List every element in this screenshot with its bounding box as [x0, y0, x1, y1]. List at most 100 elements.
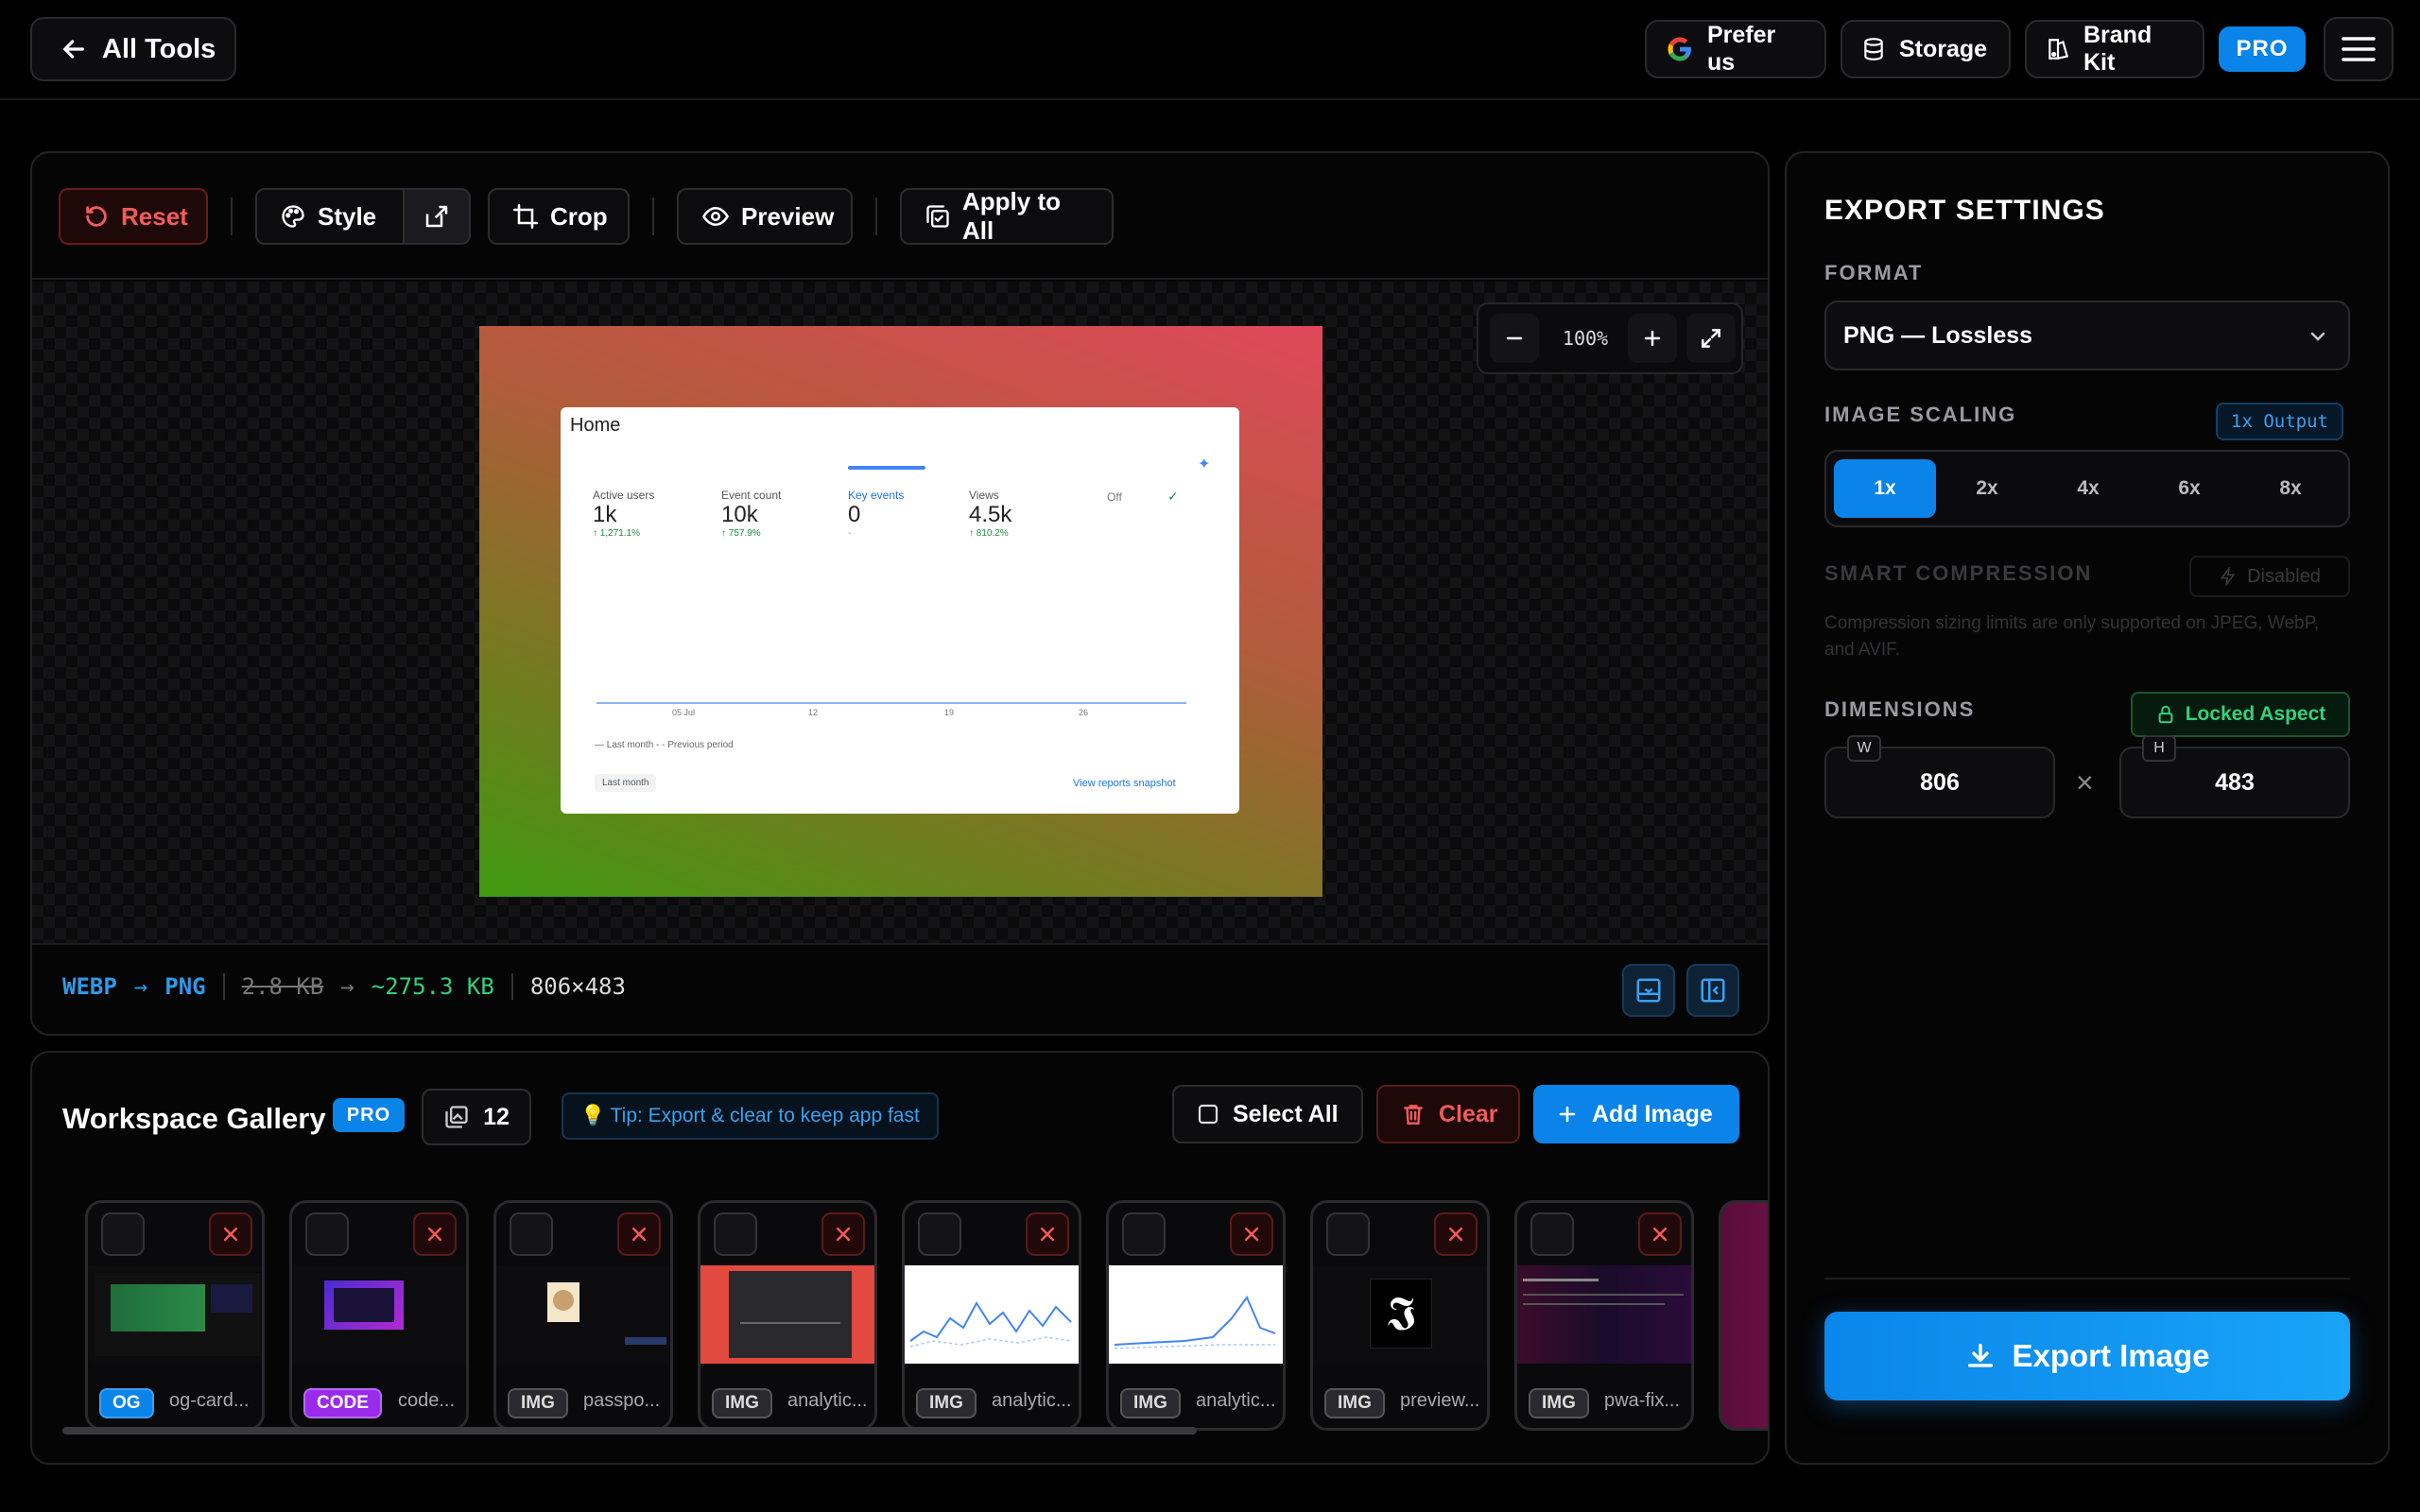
close-icon — [1651, 1225, 1669, 1244]
scale-option[interactable]: 1x — [1834, 459, 1936, 518]
delete-item-button[interactable] — [1230, 1212, 1273, 1256]
compression-state: Disabled — [2247, 565, 2321, 587]
gallery-item[interactable]: IMG analytic... — [902, 1200, 1081, 1431]
scaling-output-badge: 1x Output — [2216, 403, 2343, 440]
item-filename: analytic... — [992, 1390, 1072, 1411]
item-checkbox[interactable] — [714, 1212, 757, 1256]
panel-bottom-button[interactable] — [1622, 964, 1675, 1017]
select-all-button[interactable]: Select All — [1172, 1085, 1363, 1143]
item-checkbox[interactable] — [305, 1212, 349, 1256]
preview-button[interactable]: Preview — [677, 188, 853, 245]
delete-item-button[interactable] — [1026, 1212, 1069, 1256]
item-checkbox[interactable] — [101, 1212, 145, 1256]
format-select[interactable]: PNG — Lossless — [1824, 301, 2350, 370]
chevron-down-icon — [2307, 325, 2329, 348]
locked-aspect-label: Locked Aspect — [2185, 703, 2326, 725]
dimensions-label: DIMENSIONS — [1824, 697, 1976, 721]
toolbar-divider — [875, 198, 877, 235]
item-checkbox[interactable] — [510, 1212, 553, 1256]
eye-icon — [701, 202, 730, 231]
panel-side-button[interactable] — [1686, 964, 1739, 1017]
storage-button[interactable]: Storage — [1841, 20, 2011, 78]
delete-item-button[interactable] — [209, 1212, 252, 1256]
zoom-out-button[interactable] — [1490, 314, 1539, 363]
locked-aspect-toggle[interactable]: Locked Aspect — [2131, 692, 2350, 737]
delete-item-button[interactable] — [1638, 1212, 1682, 1256]
crop-button[interactable]: Crop — [488, 188, 630, 245]
gallery-item[interactable]: IMG pwa-fix... — [1514, 1200, 1694, 1431]
item-filename: og-card... — [169, 1390, 250, 1411]
clear-label: Clear — [1439, 1100, 1498, 1127]
preview-title: Home — [570, 415, 621, 436]
gallery-scrollbar[interactable] — [62, 1427, 1197, 1435]
prefer-us-button[interactable]: Prefer us — [1645, 20, 1826, 78]
thumbnail-strip[interactable]: OG og-card... CODE code... IMG passpo...… — [85, 1200, 1768, 1431]
item-checkbox[interactable] — [1530, 1212, 1574, 1256]
crop-icon — [512, 203, 539, 230]
canvas-area[interactable]: Home ✦ Active users 1k ↑ 1,271.1% Event … — [32, 282, 1768, 943]
item-checkbox[interactable] — [1122, 1212, 1166, 1256]
artboard[interactable]: Home ✦ Active users 1k ↑ 1,271.1% Event … — [479, 326, 1322, 897]
close-icon — [630, 1225, 648, 1244]
thumbnail-image — [292, 1265, 466, 1364]
delete-item-button[interactable] — [821, 1212, 865, 1256]
scale-option[interactable]: 2x — [1936, 459, 2038, 518]
gallery-item[interactable]: CODE code... — [289, 1200, 469, 1431]
brand-kit-button[interactable]: Brand Kit — [2025, 20, 2204, 78]
gallery-item[interactable] — [1719, 1200, 1768, 1431]
gallery-item[interactable]: IMG passpo... — [493, 1200, 673, 1431]
prefer-us-label: Prefer us — [1707, 22, 1776, 76]
pro-button[interactable]: PRO — [2219, 26, 2306, 72]
reset-button[interactable]: Reset — [59, 188, 208, 245]
clear-button[interactable]: Clear — [1376, 1085, 1520, 1143]
dimensions-readout: 806×483 — [529, 973, 626, 1000]
all-tools-button[interactable]: All Tools — [30, 17, 236, 81]
delete-item-button[interactable] — [617, 1212, 661, 1256]
item-checkbox[interactable] — [918, 1212, 961, 1256]
thumbnail-image — [496, 1265, 670, 1364]
format-label: FORMAT — [1824, 261, 1924, 284]
gallery-item[interactable]: IMG analytic... — [1106, 1200, 1286, 1431]
item-checkbox[interactable] — [1326, 1212, 1370, 1256]
close-icon — [1446, 1225, 1465, 1244]
zoom-in-button[interactable] — [1628, 314, 1677, 363]
metric-key-events: Key events 0 - — [848, 489, 905, 539]
export-image-button[interactable]: Export Image — [1824, 1312, 2350, 1400]
item-filename: analytic... — [1196, 1390, 1276, 1411]
menu-button[interactable] — [2324, 17, 2394, 81]
apply-to-all-label: Apply to All — [962, 187, 1061, 245]
new-size: ~275.3 KB — [371, 973, 494, 1000]
item-type-badge: IMG — [916, 1388, 977, 1418]
check-circle-icon: ✓ — [1167, 489, 1179, 504]
conversion-info: WEBP → PNG 2.8 KB → ~275.3 KB 806×483 — [62, 973, 626, 1000]
panel-divider — [1824, 1278, 2350, 1280]
item-type-badge: IMG — [1324, 1388, 1385, 1418]
apply-to-all-button[interactable]: Apply to All — [900, 187, 1114, 245]
scale-option[interactable]: 6x — [2138, 459, 2240, 518]
delete-item-button[interactable] — [413, 1212, 457, 1256]
reports-link: View reports snapshot — [1073, 778, 1176, 789]
status-divider — [222, 973, 225, 1000]
plus-icon — [1556, 1103, 1579, 1125]
range-select: Last month — [595, 774, 657, 792]
fullscreen-button[interactable] — [1686, 314, 1736, 363]
workspace-gallery: Workspace Gallery PRO 12 💡 Tip: Export &… — [30, 1051, 1770, 1465]
add-image-button[interactable]: Add Image — [1533, 1085, 1739, 1143]
scale-option[interactable]: 8x — [2239, 459, 2342, 518]
gallery-item[interactable]: OG og-card... — [85, 1200, 265, 1431]
style-extra-button[interactable] — [403, 188, 471, 245]
preview-label: Preview — [741, 201, 835, 231]
panel-side-icon — [1699, 976, 1727, 1005]
style-button[interactable]: Style — [255, 188, 406, 245]
delete-item-button[interactable] — [1434, 1212, 1478, 1256]
checkbox-icon — [1197, 1103, 1219, 1125]
image-count-value: 12 — [483, 1103, 510, 1130]
gallery-tip: 💡 Tip: Export & clear to keep app fast — [562, 1092, 939, 1140]
item-type-badge: IMG — [1120, 1388, 1181, 1418]
scale-option[interactable]: 4x — [2037, 459, 2139, 518]
item-filename: passpo... — [583, 1390, 661, 1411]
status-divider — [510, 973, 513, 1000]
item-type-badge: CODE — [303, 1388, 382, 1418]
gallery-item[interactable]: 𝕴 IMG preview... — [1310, 1200, 1490, 1431]
gallery-item[interactable]: IMG analytic... — [698, 1200, 877, 1431]
